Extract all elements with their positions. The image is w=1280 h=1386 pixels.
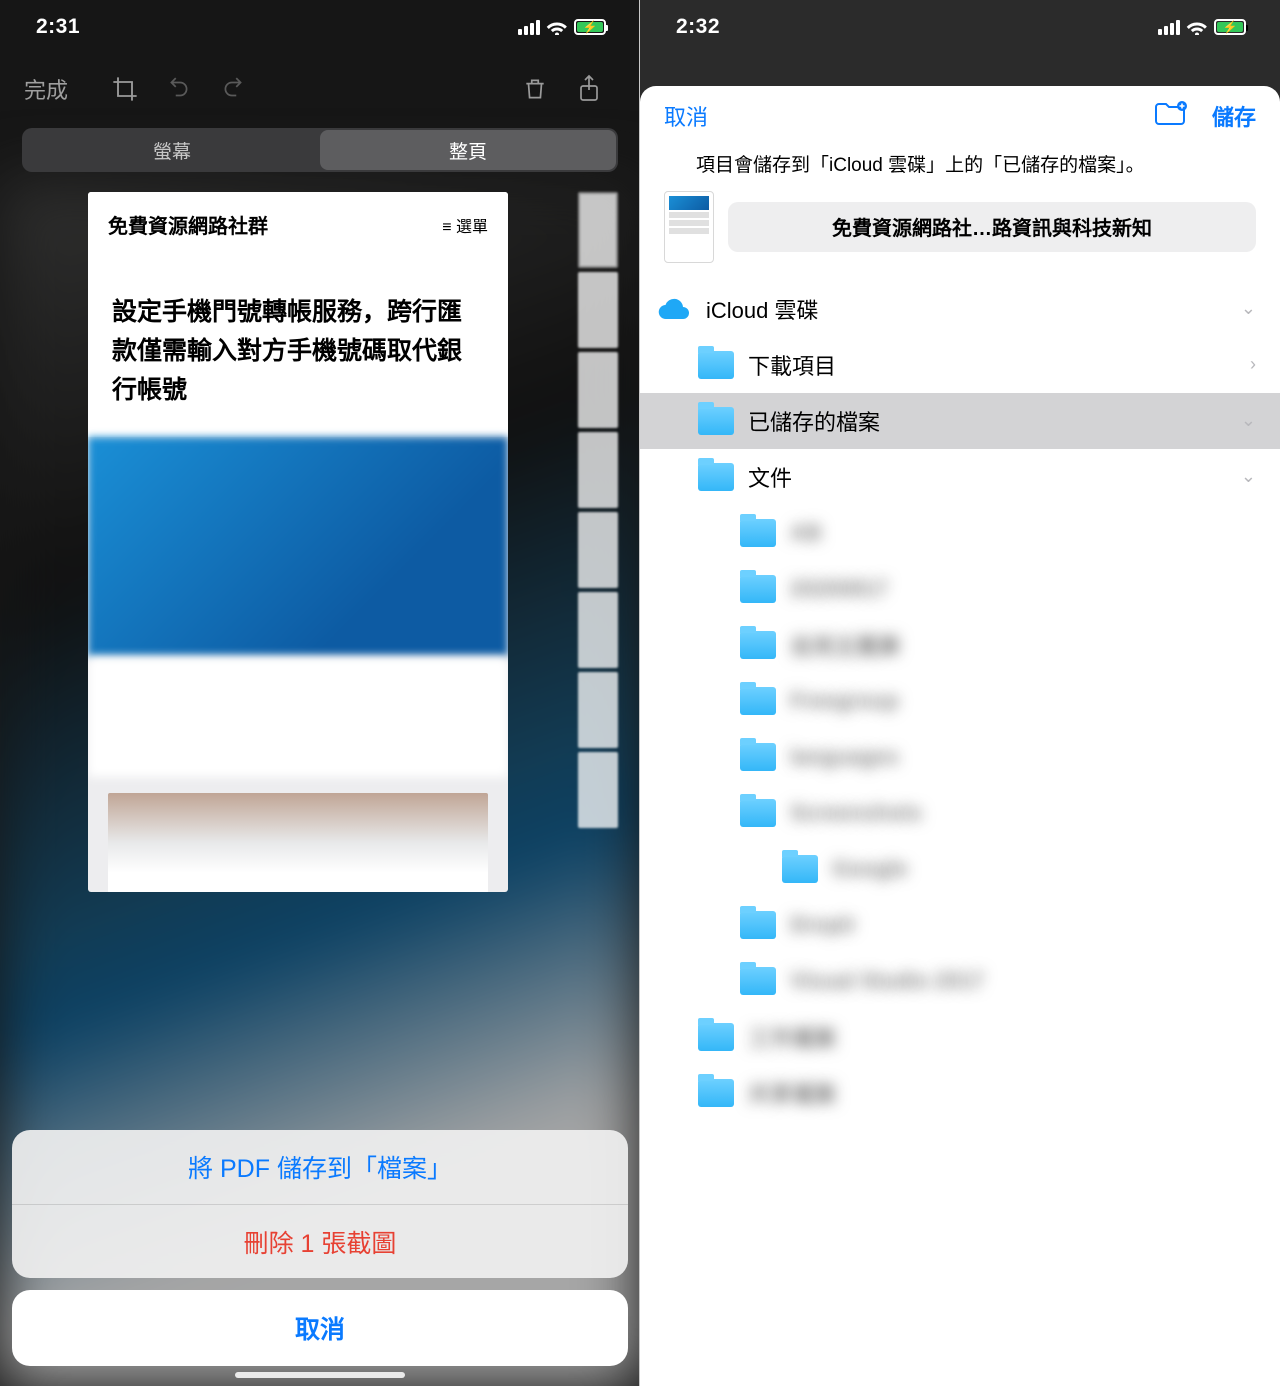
redo-icon[interactable] — [206, 76, 260, 102]
folder-blurred[interactable]: Visual Studio 2017 — [640, 953, 1280, 1009]
action-save-pdf[interactable]: 將 PDF 儲存到「檔案」 — [12, 1130, 628, 1204]
folder-documents[interactable]: 文件 ⌄ — [640, 449, 1280, 505]
chevron-down-icon: ⌄ — [1241, 466, 1256, 487]
folder-icon — [782, 855, 818, 883]
battery-icon: ⚡ — [574, 19, 606, 35]
folder-blurred[interactable]: languages — [640, 729, 1280, 785]
folder-icon — [698, 463, 734, 491]
folder-blurred[interactable]: 共享檔案 — [640, 1065, 1280, 1121]
folder-icon — [698, 351, 734, 379]
article-image — [108, 793, 488, 892]
chevron-right-icon: › — [1250, 354, 1256, 375]
folder-blurred[interactable]: Droplr — [640, 897, 1280, 953]
folder-icon — [740, 575, 776, 603]
folder-icon — [740, 631, 776, 659]
edit-toolbar: 完成 — [0, 54, 640, 124]
action-delete[interactable]: 刪除 1 張截圖 — [12, 1204, 628, 1278]
files-sheet: 取消 儲存 項目會儲存到「iCloud 雲碟」上的「已儲存的檔案」。 — [640, 86, 1280, 1386]
status-bar: 2:32 ⚡ — [640, 0, 1280, 54]
folder-icon — [698, 1079, 734, 1107]
folder-icon — [740, 799, 776, 827]
folder-downloads[interactable]: 下載項目 › — [640, 337, 1280, 393]
folder-icloud[interactable]: iCloud 雲碟 ⌄ — [640, 281, 1280, 337]
doc-thumbnail — [664, 191, 714, 263]
article-title: 設定手機門號轉帳服務，跨行匯款僅需輸入對方手機號碼取代銀行帳號 — [88, 257, 508, 437]
status-time: 2:32 — [676, 15, 720, 39]
wifi-icon — [1186, 19, 1208, 35]
save-location-info: 項目會儲存到「iCloud 雲碟」上的「已儲存的檔案」。 — [640, 146, 1280, 181]
folder-list: iCloud 雲碟 ⌄ 下載項目 › 已儲存的檔案 ⌄ 文件 ⌄ — [640, 281, 1280, 1386]
chevron-down-icon: ⌄ — [1241, 298, 1256, 319]
status-bar: 2:31 ⚡ — [0, 0, 640, 54]
tab-fullpage[interactable]: 整頁 — [320, 130, 616, 170]
done-button[interactable]: 完成 — [24, 73, 68, 105]
page-thumbnails[interactable] — [578, 192, 618, 892]
undo-icon[interactable] — [152, 76, 206, 102]
home-indicator — [235, 1372, 405, 1378]
folder-icon — [698, 407, 734, 435]
folder-icon — [740, 911, 776, 939]
blurred-content — [88, 657, 508, 777]
cellular-icon — [1158, 20, 1180, 35]
folder-icon — [740, 519, 776, 547]
doc-filename[interactable]: 免費資源網路社…路資訊與科技新知 — [728, 202, 1256, 252]
icloud-icon — [656, 295, 692, 323]
chevron-down-icon: ⌄ — [1241, 410, 1256, 431]
hero-image — [88, 437, 508, 657]
folder-icon — [740, 687, 776, 715]
wifi-icon — [546, 19, 568, 35]
folder-icon — [740, 967, 776, 995]
trash-icon[interactable] — [508, 75, 562, 103]
page-preview[interactable]: 免費資源網路社群 ≡ 選單 設定手機門號轉帳服務，跨行匯款僅需輸入對方手機號碼取… — [88, 192, 508, 892]
folder-blurred[interactable]: Screenshots — [640, 785, 1280, 841]
screenshot-left: 2:31 ⚡ 完成 — [0, 0, 640, 1386]
tab-screen[interactable]: 螢幕 — [24, 130, 320, 170]
folder-blurred[interactable]: 20200817 — [640, 561, 1280, 617]
battery-icon: ⚡ — [1214, 19, 1246, 35]
crop-icon[interactable] — [98, 75, 152, 103]
folder-blurred[interactable]: AB — [640, 505, 1280, 561]
folder-blurred[interactable]: 自用主題庫 — [640, 617, 1280, 673]
folder-blurred[interactable]: Google — [640, 841, 1280, 897]
segmented-control: 螢幕 整頁 — [22, 128, 618, 172]
site-menu: ≡ 選單 — [442, 213, 488, 237]
action-sheet: 將 PDF 儲存到「檔案」 刪除 1 張截圖 取消 — [12, 1130, 628, 1366]
folder-blurred[interactable]: Freegroup — [640, 673, 1280, 729]
folder-saved[interactable]: 已儲存的檔案 ⌄ — [640, 393, 1280, 449]
folder-icon — [698, 1023, 734, 1051]
site-title: 免費資源網路社群 — [108, 210, 268, 239]
cellular-icon — [518, 20, 540, 35]
screenshot-right: 2:32 ⚡ 取消 — [640, 0, 1280, 1386]
folder-blurred[interactable]: 工作檔案 — [640, 1009, 1280, 1065]
status-time: 2:31 — [36, 15, 80, 39]
folder-icon — [740, 743, 776, 771]
save-button[interactable]: 儲存 — [1212, 100, 1256, 132]
share-icon[interactable] — [562, 74, 616, 104]
new-folder-icon[interactable] — [1154, 101, 1188, 132]
cancel-button[interactable]: 取消 — [664, 100, 708, 132]
action-cancel[interactable]: 取消 — [12, 1290, 628, 1366]
